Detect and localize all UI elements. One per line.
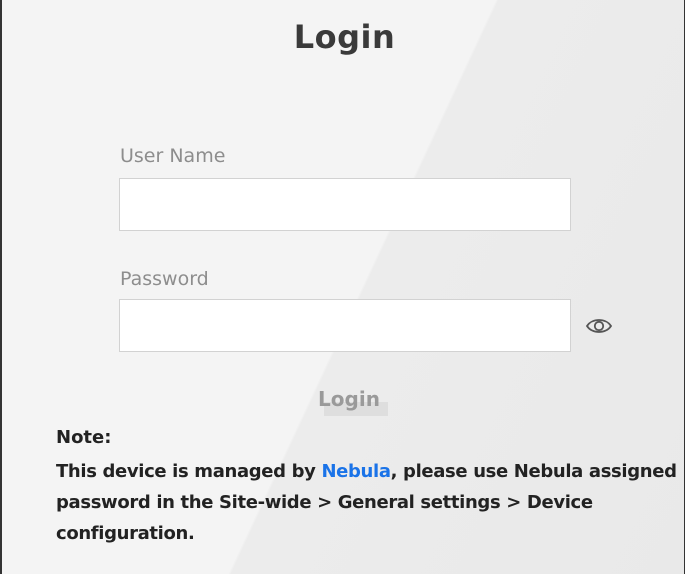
note-title: Note: [56,427,112,448]
login-button-label: Login [318,387,380,411]
note-text: This device is managed by Nebula, please… [56,456,682,549]
login-button[interactable]: Login [308,385,390,419]
note-prefix: This device is managed by [56,461,322,482]
password-input[interactable] [119,299,571,352]
login-panel: Login User Name Password Login Note: Thi… [0,0,685,574]
page-title: Login [293,18,396,56]
nebula-link[interactable]: Nebula [321,461,391,482]
username-label: User Name [120,145,226,167]
password-label: Password [120,268,209,290]
eye-icon[interactable] [585,314,613,338]
username-input[interactable] [119,178,571,231]
